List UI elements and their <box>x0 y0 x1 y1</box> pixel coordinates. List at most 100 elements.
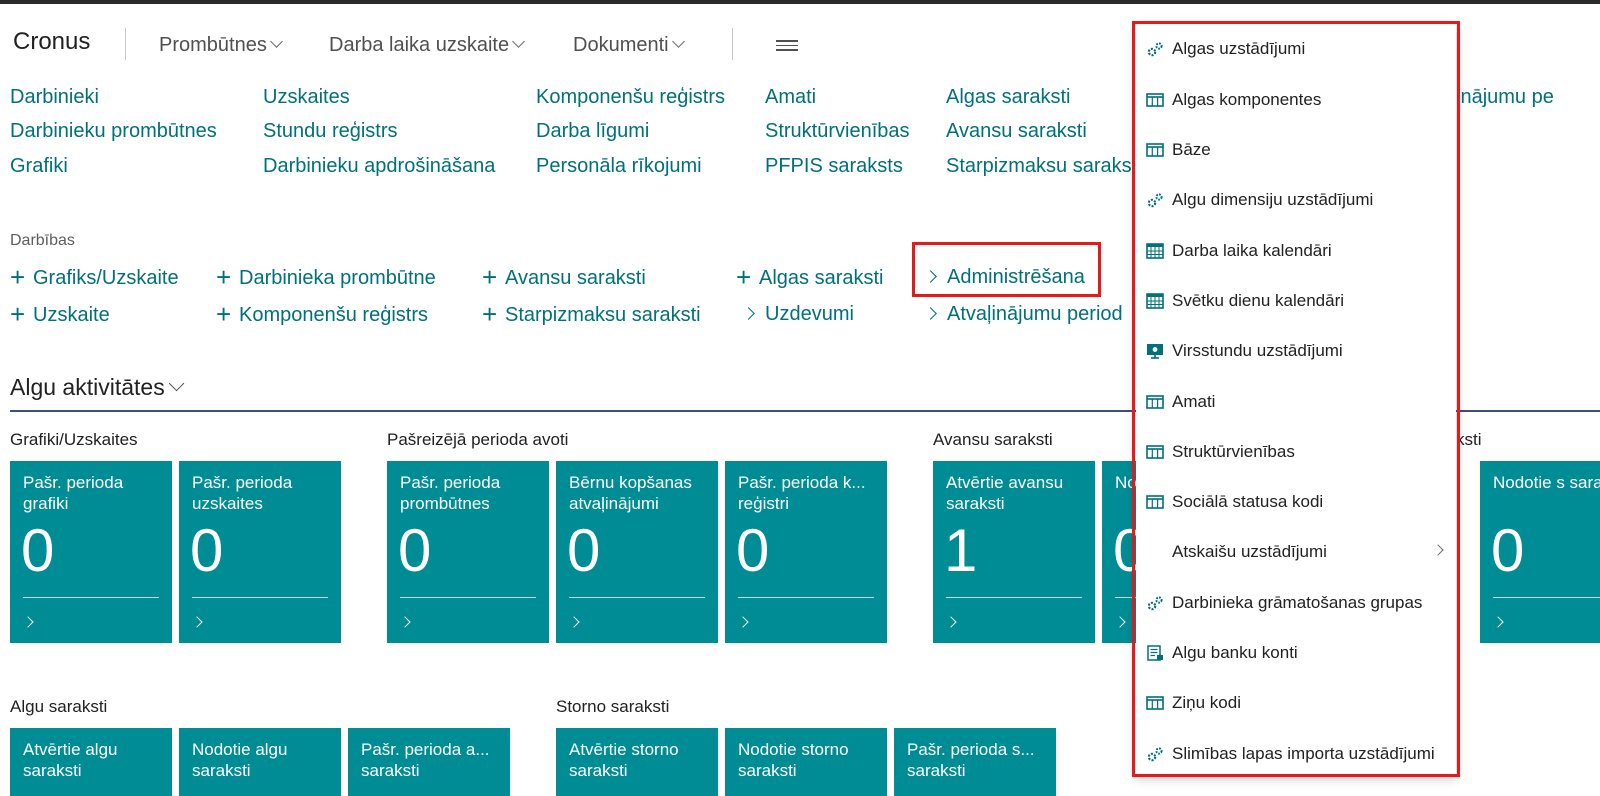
action-label: Uzskaite <box>33 304 110 326</box>
tile-divider <box>738 597 874 598</box>
chevron-right-icon <box>1114 616 1126 628</box>
nav-dokumenti[interactable]: Dokumenti <box>573 34 685 57</box>
plus-icon: + <box>10 299 26 329</box>
action-new-uzskaite[interactable]: + Uzskaite <box>10 299 110 329</box>
nav-label: Prombūtnes <box>159 34 267 56</box>
chevron-down-icon <box>671 35 685 48</box>
chevron-down-icon <box>168 375 184 392</box>
tile-pasr-perioda-prombutnes[interactable]: Pašr. perioda prombūtnes 0 <box>387 461 549 643</box>
link-uzskaites[interactable]: Uzskaites <box>263 86 350 109</box>
tile-count: 0 <box>736 517 770 584</box>
tile-nodotie-saraksti[interactable]: Nodotie s saraksti 0 <box>1480 461 1600 643</box>
group-title-avansu-saraksti: Avansu saraksti <box>933 430 1053 449</box>
tile-pasr-perioda-a-saraksti[interactable]: Pašr. perioda a... saraksti <box>348 728 510 796</box>
link-pfpis-saraksts[interactable]: PFPIS saraksts <box>765 155 903 178</box>
tile-label: Nodotie s saraksti <box>1493 473 1600 492</box>
plus-icon: + <box>10 262 26 292</box>
tile-label: Atvērtie storno saraksti <box>569 740 679 780</box>
tile-divider <box>192 597 328 598</box>
tile-atvertie-avansu-saraksti[interactable]: Atvērtie avansu saraksti 1 <box>933 461 1095 643</box>
link-algas-saraksti[interactable]: Algas saraksti <box>946 86 1071 109</box>
action-label: Starpizmaksu saraksti <box>505 304 701 326</box>
chevron-right-icon <box>191 616 203 628</box>
action-new-grafiks-uzskaite[interactable]: + Grafiks/Uzskaite <box>10 262 179 292</box>
plus-icon: + <box>482 262 498 292</box>
link-strukturvienibas[interactable]: Struktūrvienības <box>765 120 910 143</box>
action-label: Darbinieka prombūtne <box>239 267 436 289</box>
tile-divider <box>569 597 705 598</box>
link-darbinieku-prombutnes[interactable]: Darbinieku prombūtnes <box>10 120 217 143</box>
group-title-algu-saraksti: Algu saraksti <box>10 697 108 716</box>
link-starpizmaksu-saraksti[interactable]: Starpizmaksu sarakst <box>946 155 1134 178</box>
link-personala-rikojumi[interactable]: Personāla rīkojumi <box>536 155 702 178</box>
action-atvalinajumu-periodi[interactable]: Atvaļinājumu period <box>922 303 1134 326</box>
action-label: Atvaļinājumu period <box>947 303 1123 325</box>
tile-pasr-perioda-k-registri[interactable]: Pašr. perioda k... reģistri 0 <box>725 461 887 643</box>
tile-label: Pašr. perioda prombūtnes <box>400 473 501 513</box>
group-title-storno-saraksti: Storno saraksti <box>556 697 670 716</box>
chevron-right-icon <box>945 616 957 628</box>
chevron-down-icon <box>512 35 525 48</box>
plus-icon: + <box>216 299 232 329</box>
chevron-down-icon <box>269 35 283 48</box>
tile-nodotie-storno-saraksti[interactable]: Nodotie storno saraksti <box>725 728 887 796</box>
tile-label: Atvērtie algu saraksti <box>23 740 118 780</box>
tile-label: Pašr. perioda k... reģistri <box>738 473 866 513</box>
header-divider <box>125 28 126 60</box>
activities-title[interactable]: Algu aktivitātes <box>10 374 184 401</box>
tile-pasr-perioda-s-saraksti[interactable]: Pašr. perioda s... saraksti <box>894 728 1056 796</box>
tile-pasr-perioda-uzskaites[interactable]: Pašr. perioda uzskaites 0 <box>179 461 341 643</box>
tile-divider <box>400 597 536 598</box>
link-stundu-registrs[interactable]: Stundu reģistrs <box>263 120 398 143</box>
chevron-right-icon <box>568 616 580 628</box>
tile-label: Atvērtie avansu saraksti <box>946 473 1064 513</box>
action-new-starpizmaksu-saraksti[interactable]: + Starpizmaksu saraksti <box>482 301 701 327</box>
plus-icon: + <box>736 262 752 292</box>
tile-pasr-perioda-grafiki[interactable]: Pašr. perioda grafiki 0 <box>10 461 172 643</box>
highlight-dropdown-menu <box>1132 21 1460 777</box>
link-komponensu-registrs[interactable]: Komponenšu reģistrs <box>536 86 725 109</box>
tile-count: 0 <box>190 517 224 584</box>
tile-nodotie-avansu-saraksti[interactable]: No sa 0 <box>1102 461 1136 643</box>
tile-label: Pašr. perioda a... saraksti <box>361 740 490 780</box>
header-divider <box>732 28 733 60</box>
action-new-algas-saraksti[interactable]: + Algas saraksti <box>736 262 884 292</box>
link-darbinieku-apdrosinasana[interactable]: Darbinieku apdrošināšana <box>263 155 495 178</box>
chevron-right-icon <box>924 307 937 320</box>
link-avansu-saraksti[interactable]: Avansu saraksti <box>946 120 1087 143</box>
tile-count: 0 <box>21 517 55 584</box>
action-new-avansu-saraksti[interactable]: + Avansu saraksti <box>482 262 646 292</box>
tile-atvertie-storno-saraksti[interactable]: Atvērtie storno saraksti <box>556 728 718 796</box>
chevron-right-icon <box>1492 616 1504 628</box>
chevron-right-icon <box>399 616 411 628</box>
nav-label: Dokumenti <box>573 34 669 56</box>
hamburger-menu-icon[interactable] <box>776 40 798 52</box>
tile-label: Nodotie algu saraksti <box>192 740 288 780</box>
link-grafiki[interactable]: Grafiki <box>10 155 68 178</box>
highlight-administresana <box>912 242 1101 297</box>
action-label: Avansu saraksti <box>505 267 646 289</box>
tile-label: Bērnu kopšanas atvaļinājumi <box>569 473 692 513</box>
tile-bernu-kopsanas-atvalinajumi[interactable]: Bērnu kopšanas atvaļinājumi 0 <box>556 461 718 643</box>
nav-darba-laika-uzskaite[interactable]: Darba laika uzskaite <box>329 34 525 57</box>
link-darba-ligumi[interactable]: Darba līgumi <box>536 120 649 143</box>
action-label: Grafiks/Uzskaite <box>33 267 179 289</box>
tile-label: Pašr. perioda uzskaites <box>192 473 293 513</box>
tile-divider <box>23 597 159 598</box>
action-uzdevumi[interactable]: Uzdevumi <box>740 303 854 326</box>
link-atvalinajumu-periodi[interactable]: ināj­umu pe <box>1456 86 1600 109</box>
company-name[interactable]: Cronus <box>13 28 90 56</box>
tile-label: Nodotie storno saraksti <box>738 740 849 780</box>
link-amati[interactable]: Amati <box>765 86 816 109</box>
activities-title-text: Algu aktivitātes <box>10 374 165 400</box>
nav-prombutnes[interactable]: Prombūtnes <box>159 34 283 57</box>
tile-count: 1 <box>944 517 978 584</box>
tile-nodotie-algu-saraksti[interactable]: Nodotie algu saraksti <box>179 728 341 796</box>
chevron-right-icon <box>737 616 749 628</box>
nav-label: Darba laika uzskaite <box>329 34 510 56</box>
action-new-darbinieka-prombutne[interactable]: + Darbinieka prombūtne <box>216 264 436 290</box>
group-title-grafiki-uzskaites: Grafiki/Uzskaites <box>10 430 138 449</box>
action-new-komponensu-registrs[interactable]: + Komponenšu reģistrs <box>216 299 428 329</box>
link-darbinieki[interactable]: Darbinieki <box>10 86 99 109</box>
tile-atvertie-algu-saraksti[interactable]: Atvērtie algu saraksti <box>10 728 172 796</box>
